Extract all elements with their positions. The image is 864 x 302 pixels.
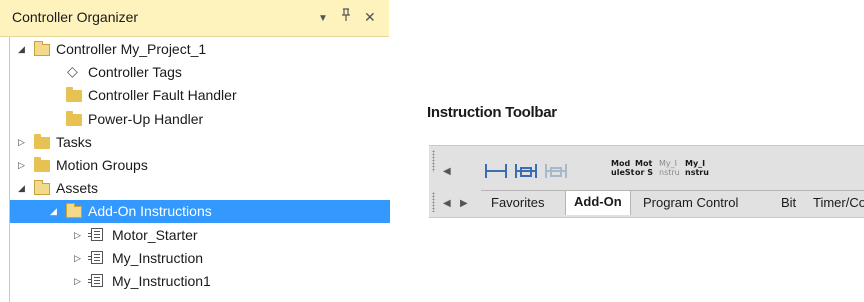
tab-row-grip-handle[interactable]: [432, 192, 435, 212]
tree-item-label: Controller Tags: [88, 64, 182, 81]
instruction-toolbar-heading: Instruction Toolbar: [427, 104, 557, 121]
collapse-arrow-icon[interactable]: ◢: [18, 43, 28, 55]
tree-item[interactable]: Power-Up Handler: [10, 108, 390, 131]
folder-open-icon: [34, 180, 52, 196]
tree-item[interactable]: ▷ My_Instruction: [10, 247, 390, 270]
add-on-instruction-icon: [88, 250, 108, 266]
tab-program-control[interactable]: Program Control: [643, 195, 738, 210]
button-label-line2: uleSt: [611, 168, 635, 177]
instruction-toolbar: ◀ Mod uleSt Mot or S My_I nstru My_I nstru ◀ ▶ …: [429, 145, 864, 218]
button-label-line1: Mot: [635, 159, 653, 168]
tree-item[interactable]: Controller Fault Handler: [10, 84, 390, 107]
tree-item-label: My_Instruction1: [112, 273, 211, 289]
folder-icon: [66, 87, 84, 103]
expand-arrow-icon[interactable]: ▷: [74, 275, 84, 287]
window-position-dropdown-icon[interactable]: ▼: [318, 10, 328, 28]
tree-item[interactable]: ◢ Controller My_Project_1: [10, 38, 390, 61]
tree-item[interactable]: ▷ Motion Groups: [10, 154, 390, 177]
organizer-tree: ◢ Controller My_Project_1 ◇ Controller Tags…: [9, 37, 390, 302]
tree-item-label: Power-Up Handler: [88, 110, 204, 127]
tree-item[interactable]: ◢ Assets: [10, 177, 390, 200]
button-label-line2: nstru: [685, 168, 709, 177]
auto-hide-pin-icon[interactable]: [341, 8, 351, 27]
tree-item-label: My_Instruction: [112, 249, 204, 266]
tab-favorites[interactable]: Favorites: [491, 195, 544, 210]
expand-arrow-icon[interactable]: ▷: [18, 136, 28, 148]
collapse-arrow-icon[interactable]: ◢: [18, 182, 28, 194]
xic-rung-icon[interactable]: [485, 164, 507, 178]
tab-add-on[interactable]: Add-On: [565, 191, 631, 215]
button-label-line2: nstru: [659, 168, 680, 177]
toolbar-grip-handle[interactable]: [432, 150, 435, 172]
folder-icon: [34, 157, 52, 173]
collapse-arrow-icon[interactable]: ◢: [50, 205, 60, 217]
expand-arrow-icon[interactable]: ▷: [18, 159, 28, 171]
close-icon[interactable]: ✕: [364, 8, 376, 26]
add-on-instruction-icon: [88, 227, 108, 243]
tree-item-label: Motor_Starter: [112, 226, 198, 243]
expand-arrow-icon[interactable]: ▷: [74, 252, 84, 264]
tab-scroll-left-icon[interactable]: ◀: [443, 198, 451, 210]
branch-level-icon[interactable]: [545, 164, 567, 178]
instruction-tab-row: Favorites Add-On Program Control Bit Timer/C…: [481, 190, 864, 215]
add-on-instruction-button[interactable]: Mot or S: [635, 159, 653, 177]
tree-item-label: Motion Groups: [56, 157, 148, 173]
tree-item-label: Controller Fault Handler: [88, 87, 237, 104]
add-on-instruction-button[interactable]: My_I nstru: [685, 159, 709, 177]
branch-icon[interactable]: [515, 164, 537, 178]
tree-item-label: Assets: [56, 180, 99, 197]
add-on-instruction-button[interactable]: Mod uleSt: [611, 159, 634, 177]
folder-open-icon: [66, 203, 84, 219]
button-label-line1: Mod: [611, 159, 631, 168]
tree-item[interactable]: ▷ Motor_Starter: [10, 224, 390, 247]
add-on-instruction-button[interactable]: My_I nstru: [659, 159, 680, 177]
tree-item[interactable]: ◇ Controller Tags: [10, 61, 390, 84]
organizer-header: Controller Organizer ▼ ✕: [0, 0, 389, 37]
tree-item[interactable]: ▷ My_Instruction1: [10, 270, 390, 293]
tab-timer-co[interactable]: Timer/Co: [813, 195, 864, 210]
tree-item-label: Add-On Instructions: [88, 203, 212, 220]
folder-icon: [34, 133, 52, 150]
expand-arrow-icon[interactable]: ▷: [74, 229, 84, 241]
button-label-line2: or S: [635, 168, 653, 177]
tree-item[interactable]: ▷ Tasks: [10, 131, 390, 154]
add-on-instruction-icon: [88, 273, 108, 289]
tree-item-label: Controller My_Project_1: [56, 41, 207, 57]
tag-icon: ◇: [67, 63, 78, 80]
controller-organizer-panel: Controller Organizer ▼ ✕ ◢ Controller My_…: [0, 0, 390, 302]
scroll-left-icon[interactable]: ◀: [443, 166, 451, 178]
folder-open-icon: [34, 41, 52, 57]
folder-icon: [66, 110, 84, 127]
button-label-line1: My_I: [659, 159, 677, 168]
organizer-title: Controller Organizer: [12, 9, 139, 25]
tree-item[interactable]: ◢ Add-On Instructions: [10, 200, 390, 224]
button-label-line1: My_I: [685, 159, 706, 168]
tree-item-label: Tasks: [56, 133, 92, 150]
tab-bit[interactable]: Bit: [781, 195, 796, 210]
tab-scroll-right-icon[interactable]: ▶: [460, 198, 468, 210]
